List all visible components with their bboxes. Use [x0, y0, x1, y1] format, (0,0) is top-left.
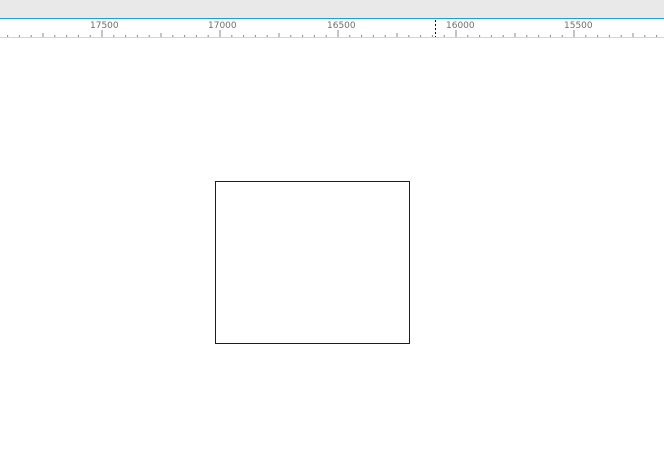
ruler-label-16500: 16500	[327, 21, 356, 31]
ruler-label-17000: 17000	[208, 21, 237, 31]
ruler-label-17500: 17500	[90, 21, 119, 31]
rectangle-shape[interactable]	[215, 181, 410, 344]
ruler-label-15500: 15500	[564, 21, 593, 31]
ruler-label-16000: 16000	[446, 21, 475, 31]
drawing-canvas[interactable]	[0, 38, 664, 464]
top-toolbar-strip	[0, 0, 664, 19]
editor-window: 17500 17000 16500 16000 15500	[0, 0, 664, 464]
horizontal-ruler[interactable]: 17500 17000 16500 16000 15500	[0, 19, 664, 38]
